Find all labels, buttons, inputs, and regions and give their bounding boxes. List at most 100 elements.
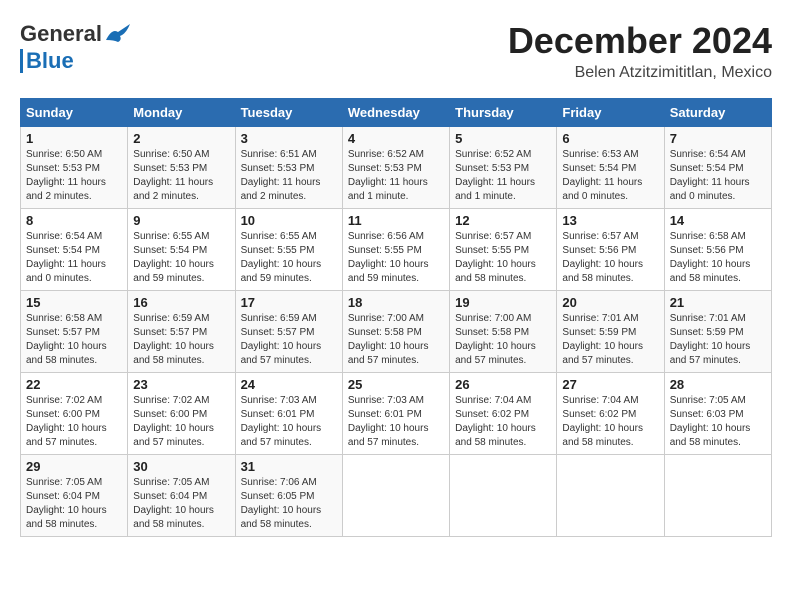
day-detail: Sunrise: 6:57 AM Sunset: 5:55 PM Dayligh… [455, 230, 551, 286]
day-detail: Sunrise: 7:03 AM Sunset: 6:01 PM Dayligh… [348, 394, 444, 450]
title-block: December 2024 Belen Atzitzimititlan, Mex… [508, 20, 772, 82]
calendar-cell: 5Sunrise: 6:52 AM Sunset: 5:53 PM Daylig… [450, 127, 557, 209]
day-number: 13 [562, 213, 658, 228]
calendar-cell: 26Sunrise: 7:04 AM Sunset: 6:02 PM Dayli… [450, 373, 557, 455]
day-detail: Sunrise: 6:52 AM Sunset: 5:53 PM Dayligh… [348, 148, 444, 204]
calendar-cell: 7Sunrise: 6:54 AM Sunset: 5:54 PM Daylig… [664, 127, 771, 209]
logo: GeneralBlue [20, 20, 134, 74]
calendar-week-row: 8Sunrise: 6:54 AM Sunset: 5:54 PM Daylig… [21, 209, 772, 291]
day-detail: Sunrise: 6:53 AM Sunset: 5:54 PM Dayligh… [562, 148, 658, 204]
col-tuesday: Tuesday [235, 99, 342, 127]
calendar-cell: 18Sunrise: 7:00 AM Sunset: 5:58 PM Dayli… [342, 291, 449, 373]
calendar-week-row: 15 Sunrise: 6:58 AM Sunset: 5:57 PM Dayli… [21, 291, 772, 373]
day-number: 10 [241, 213, 337, 228]
page-header: GeneralBlue December 2024 Belen Atzitzim… [20, 20, 772, 82]
logo-blue: Blue [26, 48, 74, 74]
day-number: 15 [26, 295, 122, 310]
calendar-cell: 2 Sunrise: 6:50 AM Sunset: 5:53 PM Daylig… [128, 127, 235, 209]
day-number: 6 [562, 131, 658, 146]
calendar-cell: 30 Sunrise: 7:05 AM Sunset: 6:04 PM Dayli… [128, 455, 235, 537]
calendar-cell: 13 Sunrise: 6:57 AM Sunset: 5:56 PM Dayli… [557, 209, 664, 291]
day-number: 19 [455, 295, 551, 310]
day-detail: Sunrise: 6:56 AM Sunset: 5:55 PM Dayligh… [348, 230, 444, 286]
day-number: 16 [133, 295, 229, 310]
day-detail: Sunrise: 6:51 AM Sunset: 5:53 PM Dayligh… [241, 148, 337, 204]
calendar-cell: 6 Sunrise: 6:53 AM Sunset: 5:54 PM Daylig… [557, 127, 664, 209]
col-sunday: Sunday [21, 99, 128, 127]
calendar-cell: 15 Sunrise: 6:58 AM Sunset: 5:57 PM Dayli… [21, 291, 128, 373]
calendar-cell: 27 Sunrise: 7:04 AM Sunset: 6:02 PM Dayli… [557, 373, 664, 455]
day-detail: Sunrise: 6:50 AM Sunset: 5:53 PM Dayligh… [26, 148, 122, 204]
day-number: 30 [133, 459, 229, 474]
day-number: 12 [455, 213, 551, 228]
day-number: 26 [455, 377, 551, 392]
day-detail: Sunrise: 7:02 AM Sunset: 6:00 PM Dayligh… [133, 394, 229, 450]
day-detail: Sunrise: 7:04 AM Sunset: 6:02 PM Dayligh… [562, 394, 658, 450]
calendar-cell: 1 Sunrise: 6:50 AM Sunset: 5:53 PM Daylig… [21, 127, 128, 209]
day-detail: Sunrise: 6:55 AM Sunset: 5:55 PM Dayligh… [241, 230, 337, 286]
day-number: 17 [241, 295, 337, 310]
calendar-cell: 28Sunrise: 7:05 AM Sunset: 6:03 PM Dayli… [664, 373, 771, 455]
calendar-cell: 20 Sunrise: 7:01 AM Sunset: 5:59 PM Dayli… [557, 291, 664, 373]
col-thursday: Thursday [450, 99, 557, 127]
day-detail: Sunrise: 6:59 AM Sunset: 5:57 PM Dayligh… [241, 312, 337, 368]
day-detail: Sunrise: 6:54 AM Sunset: 5:54 PM Dayligh… [26, 230, 122, 286]
logo-general: General [20, 21, 102, 47]
calendar-cell: 31 Sunrise: 7:06 AM Sunset: 6:05 PM Dayli… [235, 455, 342, 537]
col-friday: Friday [557, 99, 664, 127]
day-number: 11 [348, 213, 444, 228]
day-detail: Sunrise: 6:54 AM Sunset: 5:54 PM Dayligh… [670, 148, 766, 204]
calendar-week-row: 22Sunrise: 7:02 AM Sunset: 6:00 PM Dayli… [21, 373, 772, 455]
col-wednesday: Wednesday [342, 99, 449, 127]
calendar-cell [342, 455, 449, 537]
calendar-header-row: Sunday Monday Tuesday Wednesday Thursday… [21, 99, 772, 127]
logo-bar [20, 49, 23, 73]
day-number: 4 [348, 131, 444, 146]
day-detail: Sunrise: 7:05 AM Sunset: 6:03 PM Dayligh… [670, 394, 766, 450]
day-number: 29 [26, 459, 122, 474]
calendar-cell: 9Sunrise: 6:55 AM Sunset: 5:54 PM Daylig… [128, 209, 235, 291]
day-number: 21 [670, 295, 766, 310]
day-detail: Sunrise: 7:00 AM Sunset: 5:58 PM Dayligh… [455, 312, 551, 368]
day-number: 20 [562, 295, 658, 310]
calendar-cell: 17 Sunrise: 6:59 AM Sunset: 5:57 PM Dayli… [235, 291, 342, 373]
day-detail: Sunrise: 6:57 AM Sunset: 5:56 PM Dayligh… [562, 230, 658, 286]
day-detail: Sunrise: 6:55 AM Sunset: 5:54 PM Dayligh… [133, 230, 229, 286]
day-detail: Sunrise: 7:01 AM Sunset: 5:59 PM Dayligh… [562, 312, 658, 368]
day-detail: Sunrise: 7:06 AM Sunset: 6:05 PM Dayligh… [241, 476, 337, 532]
day-detail: Sunrise: 7:00 AM Sunset: 5:58 PM Dayligh… [348, 312, 444, 368]
calendar-cell: 8Sunrise: 6:54 AM Sunset: 5:54 PM Daylig… [21, 209, 128, 291]
calendar-cell: 11 Sunrise: 6:56 AM Sunset: 5:55 PM Dayli… [342, 209, 449, 291]
col-saturday: Saturday [664, 99, 771, 127]
day-number: 23 [133, 377, 229, 392]
month-title: December 2024 [508, 20, 772, 62]
calendar-cell: 3Sunrise: 6:51 AM Sunset: 5:53 PM Daylig… [235, 127, 342, 209]
day-number: 31 [241, 459, 337, 474]
day-detail: Sunrise: 7:05 AM Sunset: 6:04 PM Dayligh… [133, 476, 229, 532]
day-number: 1 [26, 131, 122, 146]
day-detail: Sunrise: 6:58 AM Sunset: 5:56 PM Dayligh… [670, 230, 766, 286]
day-number: 24 [241, 377, 337, 392]
day-number: 27 [562, 377, 658, 392]
location: Belen Atzitzimititlan, Mexico [508, 64, 772, 82]
day-number: 2 [133, 131, 229, 146]
calendar-table: Sunday Monday Tuesday Wednesday Thursday… [20, 98, 772, 537]
day-detail: Sunrise: 7:03 AM Sunset: 6:01 PM Dayligh… [241, 394, 337, 450]
calendar-week-row: 1 Sunrise: 6:50 AM Sunset: 5:53 PM Daylig… [21, 127, 772, 209]
calendar-cell: 22Sunrise: 7:02 AM Sunset: 6:00 PM Dayli… [21, 373, 128, 455]
day-detail: Sunrise: 6:50 AM Sunset: 5:53 PM Dayligh… [133, 148, 229, 204]
day-detail: Sunrise: 6:59 AM Sunset: 5:57 PM Dayligh… [133, 312, 229, 368]
calendar-cell [450, 455, 557, 537]
calendar-cell: 4 Sunrise: 6:52 AM Sunset: 5:53 PM Daylig… [342, 127, 449, 209]
logo-bird-icon [102, 20, 134, 48]
calendar-cell: 29 Sunrise: 7:05 AM Sunset: 6:04 PM Dayli… [21, 455, 128, 537]
day-detail: Sunrise: 7:05 AM Sunset: 6:04 PM Dayligh… [26, 476, 122, 532]
day-detail: Sunrise: 6:58 AM Sunset: 5:57 PM Dayligh… [26, 312, 122, 368]
day-number: 14 [670, 213, 766, 228]
calendar-cell [557, 455, 664, 537]
calendar-cell: 21Sunrise: 7:01 AM Sunset: 5:59 PM Dayli… [664, 291, 771, 373]
calendar-cell [664, 455, 771, 537]
calendar-cell: 14 Sunrise: 6:58 AM Sunset: 5:56 PM Dayli… [664, 209, 771, 291]
calendar-cell: 23 Sunrise: 7:02 AM Sunset: 6:00 PM Dayli… [128, 373, 235, 455]
col-monday: Monday [128, 99, 235, 127]
